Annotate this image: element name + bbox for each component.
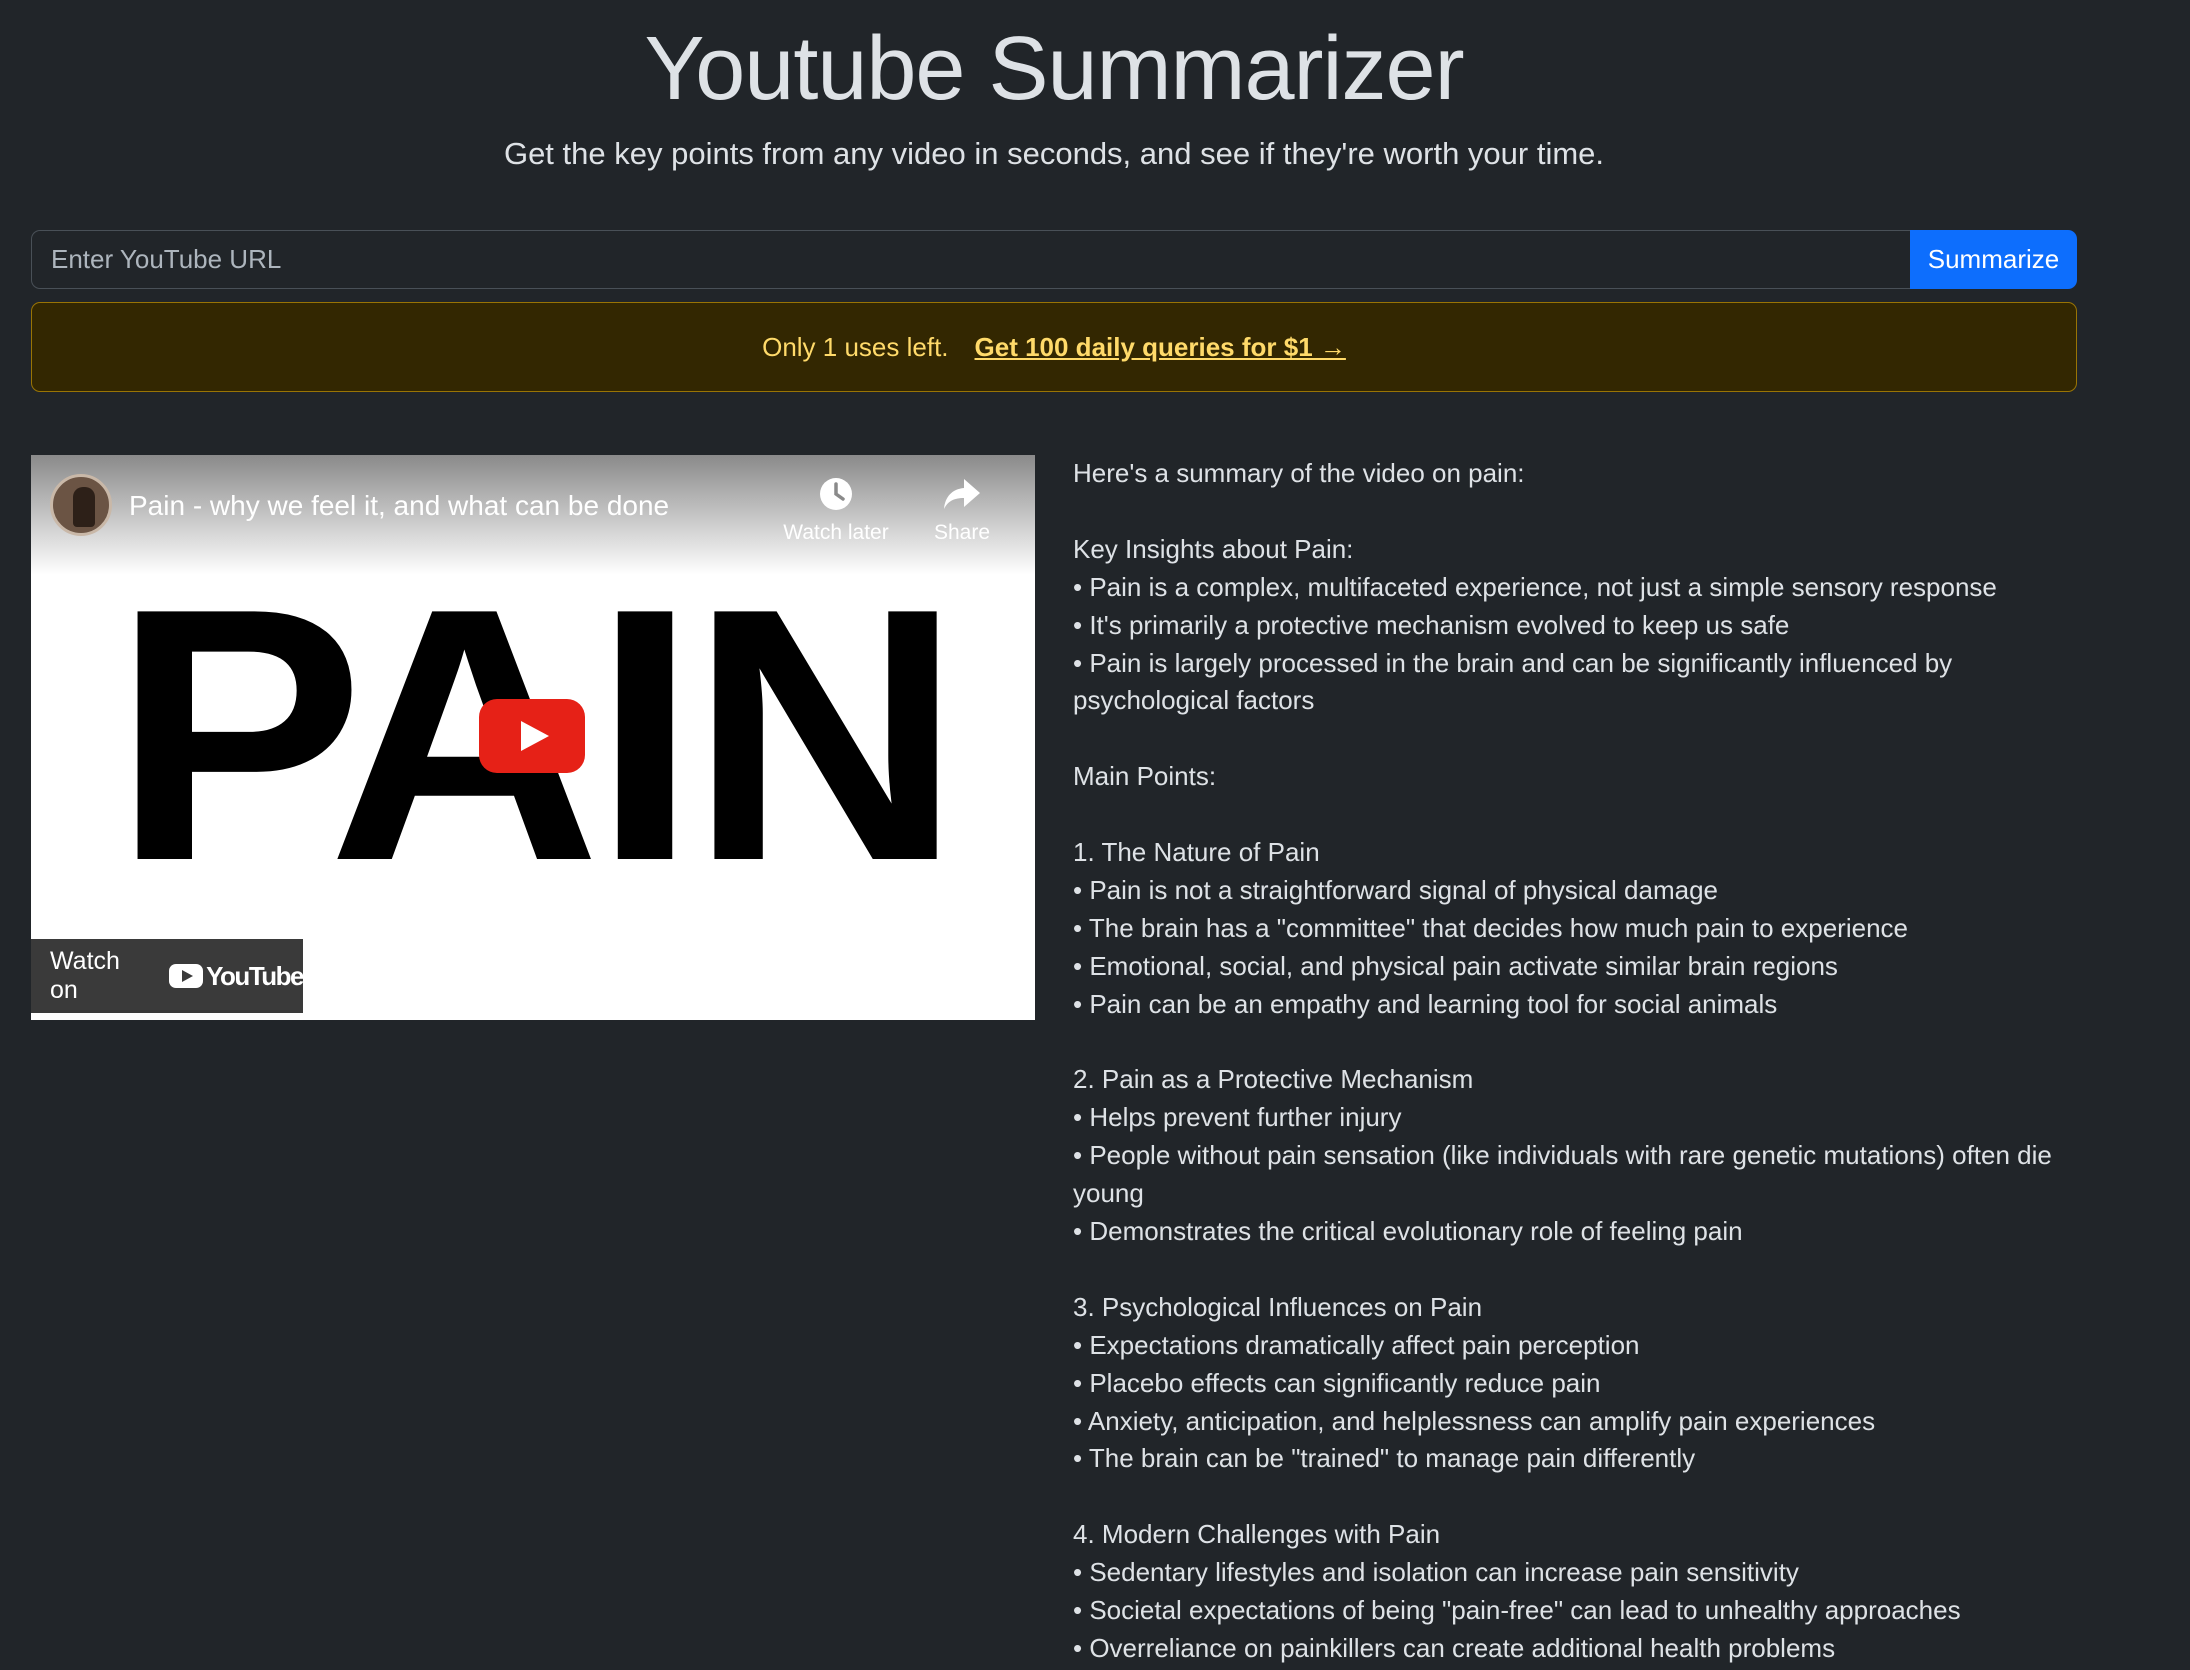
section-line: • Expectations dramatically affect pain …: [1073, 1329, 1640, 1360]
youtube-logo-box: [169, 964, 204, 988]
share-label: Share: [933, 521, 991, 544]
key-insight-line: psychological factors: [1073, 685, 1315, 716]
play-button[interactable]: [479, 699, 585, 773]
section-heading: 3. Psychological Influences on Pain: [1073, 1291, 1483, 1322]
section-line: • The brain can be "trained" to manage p…: [1073, 1443, 1696, 1474]
section-line: • The brain has a "committee" that decid…: [1073, 912, 1908, 943]
section-line: • Emotional, social, and physical pain a…: [1073, 950, 1838, 981]
section-line: • Societal expectations of being "pain-f…: [1073, 1595, 1961, 1626]
section-line: • Demonstrates the critical evolutionary…: [1073, 1216, 1743, 1247]
key-insight-line: • It's primarily a protective mechanism …: [1073, 609, 1790, 640]
search-form: Summarize: [31, 230, 2077, 289]
section-line: • Pain can be an empathy and learning to…: [1073, 988, 1778, 1019]
channel-avatar-figure: [73, 487, 95, 527]
clock-icon: [820, 478, 852, 510]
key-insights-heading: Key Insights about Pain:: [1073, 533, 1354, 564]
main-points-heading: Main Points:: [1073, 761, 1217, 792]
video-title[interactable]: Pain - why we feel it, and what can be d…: [129, 490, 669, 522]
share-arrow-icon: [944, 479, 980, 509]
youtube-logo-word: YouTube: [206, 960, 304, 991]
section-line: young: [1073, 1178, 1144, 1209]
watch-on-label: Watch on: [50, 947, 120, 1004]
section-line: • Pain is not a straightforward signal o…: [1073, 874, 1718, 905]
play-icon: [521, 721, 549, 751]
video-embed[interactable]: PAIN Pain - why we feel it, and what can…: [31, 455, 1035, 1020]
section-heading: 4. Modern Challenges with Pain: [1073, 1519, 1441, 1550]
section-line: • Sedentary lifestyles and isolation can…: [1073, 1557, 1799, 1588]
section-line: • Anxiety, anticipation, and helplessnes…: [1073, 1405, 1876, 1436]
usage-alert: Only 1 uses left. Get 100 daily queries …: [31, 302, 2077, 392]
section-line: • Overreliance on painkillers can create…: [1073, 1633, 1836, 1663]
section-line: • Helps prevent further injury: [1073, 1102, 1402, 1133]
page-subtitle: Get the key points from any video in sec…: [503, 136, 1605, 171]
key-insight-line: • Pain is largely processed in the brain…: [1073, 647, 1953, 678]
section-line: • Placebo effects can significantly redu…: [1073, 1367, 1601, 1398]
watch-later-label: Watch later: [783, 521, 889, 544]
watch-on-youtube-button[interactable]: Watch on YouTube: [31, 939, 304, 1013]
page-title: Youtube Summarizer: [644, 19, 1464, 119]
section-heading: 2. Pain as a Protective Mechanism: [1073, 1064, 1474, 1095]
uses-left-text: Only 1 uses left.: [762, 331, 949, 362]
upgrade-link[interactable]: Get 100 daily queries for $1 →: [975, 332, 1346, 363]
watch-later-button[interactable]: Watch later: [781, 475, 891, 545]
summary-intro: Here's a summary of the video on pain:: [1073, 458, 1525, 488]
channel-avatar[interactable]: [50, 474, 112, 536]
summarize-button[interactable]: Summarize: [1910, 230, 2077, 289]
youtube-url-input[interactable]: [31, 230, 1910, 289]
summary-panel: Here's a summary of the video on pain: K…: [1073, 455, 2083, 1668]
youtube-logo-icon: YouTube: [169, 960, 304, 992]
share-button[interactable]: Share: [907, 475, 1017, 545]
key-insight-line: • Pain is a complex, multifaceted experi…: [1073, 571, 1997, 602]
section-line: • People without pain sensation (like in…: [1073, 1140, 2052, 1171]
page: Youtube Summarizer Get the key points fr…: [0, 0, 2190, 1670]
section-heading: 1. The Nature of Pain: [1073, 837, 1320, 868]
